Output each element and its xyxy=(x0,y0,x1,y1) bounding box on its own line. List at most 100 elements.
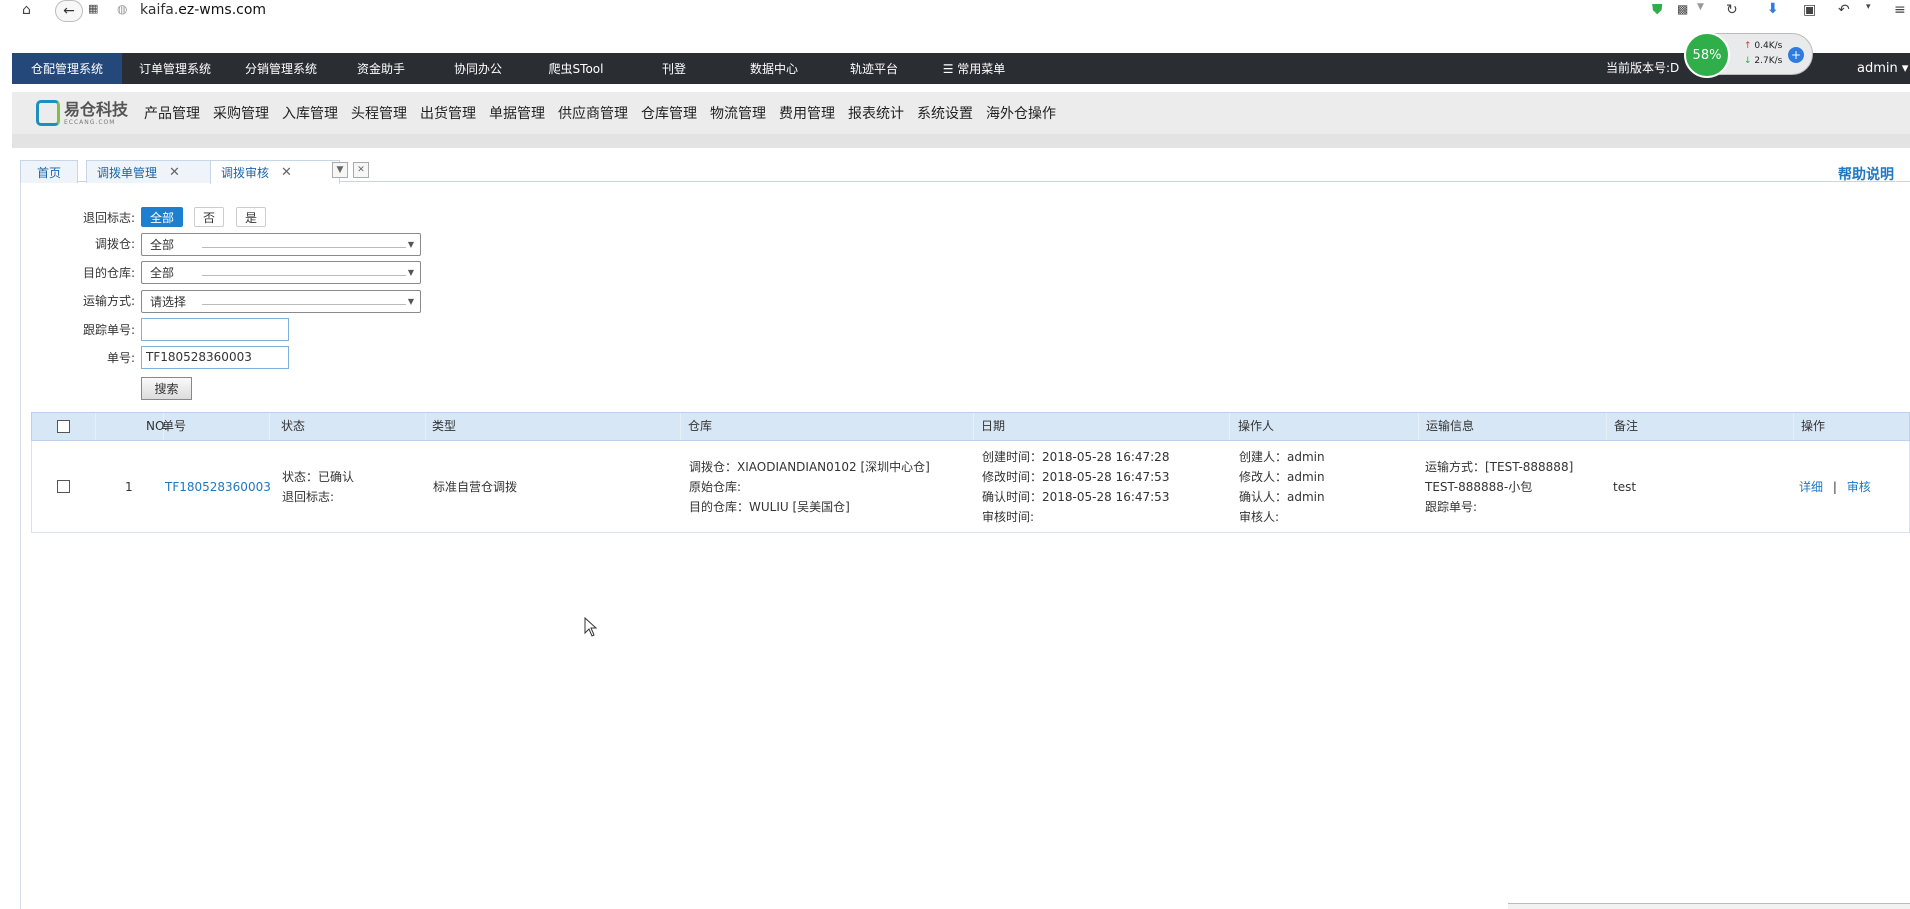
back-button[interactable]: ← xyxy=(55,0,83,22)
network-speed-widget[interactable]: 58% ↑ 0.4K/s ↓ 2.7K/s + xyxy=(1684,32,1813,78)
topnav-item-crawler[interactable]: 爬虫STool xyxy=(528,53,624,84)
undo-icon[interactable]: ↶ xyxy=(1838,2,1850,18)
qr-icon[interactable]: ▩ xyxy=(1677,2,1688,16)
from-warehouse-label: 调拨仓: xyxy=(94,237,135,251)
from-warehouse-value: 全部 xyxy=(150,238,175,252)
arrow-left-icon: ← xyxy=(63,3,75,19)
header-shipping-info: 运输信息 xyxy=(1419,413,1607,440)
header-status: 状态 xyxy=(274,413,426,440)
chevron-down-icon: ▼ xyxy=(407,240,414,249)
header-order-number: 单号 xyxy=(155,413,270,440)
select-underline xyxy=(202,304,406,305)
secnav-item-documents[interactable]: 单据管理 xyxy=(489,103,545,123)
shipping-method-select[interactable]: 请选择 ▼ xyxy=(141,290,421,313)
secnav-item-logistics[interactable]: 物流管理 xyxy=(710,103,766,123)
tab-transfer-manage[interactable]: 调拨单管理 ✕ xyxy=(86,160,216,183)
audit-link[interactable]: 审核 xyxy=(1847,480,1871,494)
address-bar[interactable]: kaifa.ez-wms.com xyxy=(140,2,266,18)
return-filter-yes[interactable]: 是 xyxy=(236,207,266,227)
select-all-checkbox[interactable] xyxy=(57,420,70,433)
topnav-item-wms[interactable]: 仓配管理系统 xyxy=(12,53,122,84)
topnav-item-office[interactable]: 协同办公 xyxy=(428,53,528,84)
topnav-item-datacenter[interactable]: 数据中心 xyxy=(724,53,824,84)
row-ship-method: 运输方式：[TEST-888888] xyxy=(1425,460,1574,474)
secnav-item-inbound[interactable]: 入库管理 xyxy=(282,103,338,123)
close-icon[interactable]: ✕ xyxy=(281,165,292,180)
to-warehouse-label: 目的仓库: xyxy=(82,266,135,280)
row-return-flag: 退回标志: xyxy=(282,490,335,504)
tab-list-dropdown-icon[interactable]: ▼ xyxy=(332,162,348,178)
topnav-item-distribution[interactable]: 分销管理系统 xyxy=(228,53,334,84)
menu-icon[interactable]: ≡ xyxy=(1894,2,1906,18)
secnav-item-outbound[interactable]: 出货管理 xyxy=(420,103,476,123)
row-from-warehouse: 调拨仓：XIAODIANDIAN0102 [深圳中心仓] xyxy=(689,460,930,474)
detail-link[interactable]: 详细 xyxy=(1799,480,1823,494)
row-status: 状态：已确认 xyxy=(282,470,355,484)
return-filter-all[interactable]: 全部 xyxy=(141,207,183,227)
order-number-input[interactable]: TF180528360003 xyxy=(141,346,289,369)
upload-speed: ↑ 0.4K/s xyxy=(1744,41,1782,51)
shipping-method-value: 请选择 xyxy=(150,295,187,309)
download-icon[interactable]: ⬇ xyxy=(1767,1,1779,17)
shield-icon[interactable]: ⛊ xyxy=(1652,2,1663,18)
close-icon[interactable]: ✕ xyxy=(169,165,180,180)
chevron-down-icon[interactable]: ▼ xyxy=(1697,2,1704,12)
order-number-link[interactable]: TF180528360003 xyxy=(165,477,271,497)
topnav-item-listing[interactable]: 刊登 xyxy=(624,53,724,84)
tab-home[interactable]: 首页 xyxy=(20,160,78,183)
topnav-item-favorites[interactable]: ☰ 常用菜单 xyxy=(924,53,1024,84)
secnav-item-firstleg[interactable]: 头程管理 xyxy=(351,103,407,123)
plus-icon[interactable]: + xyxy=(1788,47,1804,63)
reload-icon[interactable]: ↻ xyxy=(1726,2,1738,18)
page-tabs: 首页 调拨单管理 ✕ 调拨审核 ✕ ▼ ✕ xyxy=(20,158,1910,184)
row-created-time: 创建时间：2018-05-28 16:47:28 xyxy=(982,450,1170,464)
secnav-item-settings[interactable]: 系统设置 xyxy=(917,103,973,123)
tracking-number-label: 跟踪单号: xyxy=(82,323,135,337)
page-icon: ▦ xyxy=(88,2,99,15)
row-checkbox[interactable] xyxy=(57,480,70,493)
url-domain: ez-wms.com xyxy=(178,2,267,18)
select-underline xyxy=(202,275,406,276)
dropdown-icon[interactable]: ▾ xyxy=(1866,2,1871,12)
secnav-item-purchase[interactable]: 采购管理 xyxy=(213,103,269,123)
shipping-method-label: 运输方式: xyxy=(82,294,135,308)
window-icon[interactable]: ▣ xyxy=(1803,2,1816,18)
header-operator: 操作人 xyxy=(1231,413,1419,440)
home-icon[interactable]: ⌂ xyxy=(22,2,31,18)
topnav-item-order[interactable]: 订单管理系统 xyxy=(122,53,228,84)
row-origin-warehouse: 原始仓库: xyxy=(689,480,742,494)
to-warehouse-select[interactable]: 全部 ▼ xyxy=(141,261,421,284)
download-speed: ↓ 2.7K/s xyxy=(1744,56,1782,66)
row-track-number: 跟踪单号: xyxy=(1425,500,1478,514)
topnav-item-tracking[interactable]: 轨迹平台 xyxy=(824,53,924,84)
row-ship-name: TEST-888888-小包 xyxy=(1425,480,1533,494)
row-confirmed-time: 确认时间：2018-05-28 16:47:53 xyxy=(982,490,1170,504)
search-button[interactable]: 搜索 xyxy=(141,377,192,400)
row-confirmer: 确认人：admin xyxy=(1239,490,1325,504)
secnav-item-fees[interactable]: 费用管理 xyxy=(779,103,835,123)
arrow-down-icon: ↓ xyxy=(1744,56,1752,66)
url-prefix: kaifa. xyxy=(140,2,179,18)
secnav-item-reports[interactable]: 报表统计 xyxy=(848,103,904,123)
topnav-item-funds[interactable]: 资金助手 xyxy=(334,53,428,84)
secnav-item-supplier[interactable]: 供应商管理 xyxy=(558,103,628,123)
return-filter-no[interactable]: 否 xyxy=(194,207,224,227)
tab-label: 调拨审核 xyxy=(221,166,270,180)
tab-transfer-audit[interactable]: 调拨审核 ✕ xyxy=(210,160,340,184)
secnav-item-product[interactable]: 产品管理 xyxy=(144,103,200,123)
row-actions: 详细 | 审核 xyxy=(1799,477,1871,497)
globe-icon: ◍ xyxy=(117,2,128,16)
secnav-item-warehouse[interactable]: 仓库管理 xyxy=(641,103,697,123)
user-menu[interactable]: admin ▾ xyxy=(1857,53,1908,84)
mouse-cursor-icon xyxy=(584,617,598,637)
tab-label: 首页 xyxy=(36,165,61,180)
close-all-tabs-icon[interactable]: ✕ xyxy=(353,162,369,178)
logo-mark-icon xyxy=(36,100,60,126)
from-warehouse-select[interactable]: 全部 ▼ xyxy=(141,233,421,256)
version-label: 当前版本号:D xyxy=(1606,61,1680,75)
secnav-item-overseas[interactable]: 海外仓操作 xyxy=(986,103,1056,123)
row-type: 标准自营仓调拨 xyxy=(433,480,518,494)
tracking-number-input[interactable] xyxy=(141,318,289,341)
help-link[interactable]: 帮助说明 xyxy=(1838,164,1894,184)
action-separator: | xyxy=(1832,480,1837,494)
